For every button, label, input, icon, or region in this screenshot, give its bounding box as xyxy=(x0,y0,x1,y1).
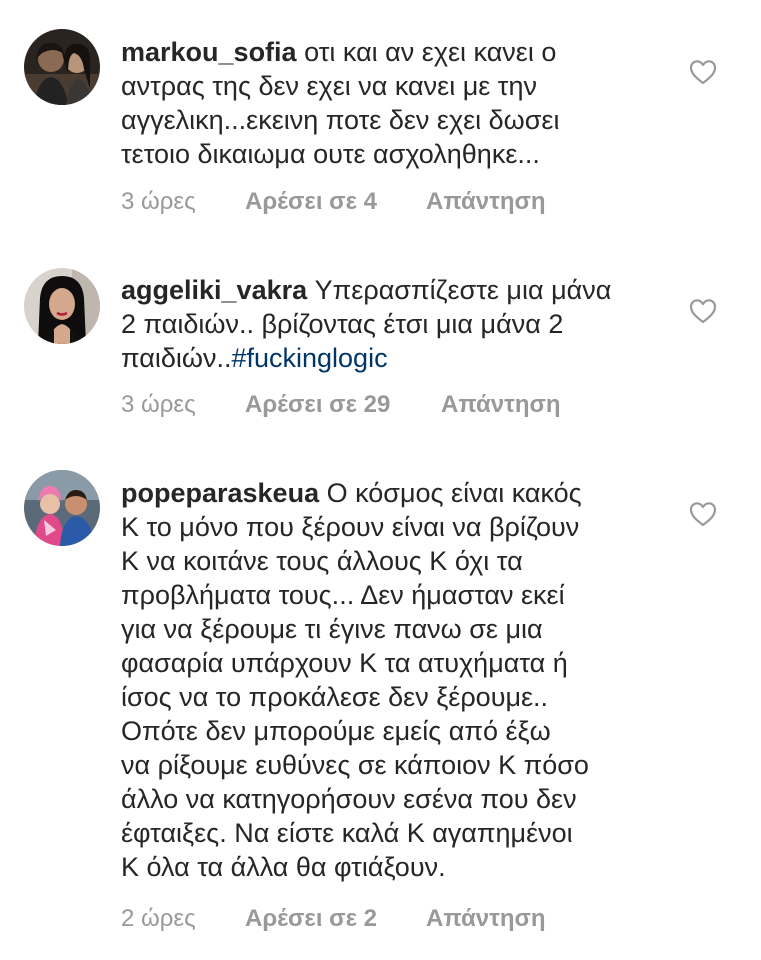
comment-username[interactable]: markou_sofia xyxy=(121,37,297,67)
comment-username[interactable]: popeparaskeua xyxy=(121,478,319,508)
comment-time: 2 ώρες xyxy=(121,905,196,932)
avatar[interactable] xyxy=(24,268,100,344)
comment-username[interactable]: aggeliki_vakra xyxy=(121,275,307,305)
reply-button[interactable]: Απάντηση xyxy=(426,905,546,933)
comment-text: markou_sofia οτι και αν εχει κανει ο αντ… xyxy=(121,35,661,171)
avatar[interactable] xyxy=(24,470,100,546)
avatar[interactable] xyxy=(24,29,100,105)
comment-likes[interactable]: Αρέσει σε 2 xyxy=(245,905,377,933)
reply-button[interactable]: Απάντηση xyxy=(441,391,561,419)
hashtag-link[interactable]: #fuckinglogic xyxy=(231,343,387,373)
comment-body: Ο κόσμος είναι κακός Κ το μόνο που ξέρου… xyxy=(121,478,589,882)
comment-text: aggeliki_vakra Υπερασπίζεστε μια μάνα 2 … xyxy=(121,273,661,375)
comment-time: 3 ώρες xyxy=(121,391,196,418)
comment-likes[interactable]: Αρέσει σε 29 xyxy=(245,391,390,419)
comment-text: popeparaskeua Ο κόσμος είναι κακός Κ το … xyxy=(121,476,661,884)
comment-likes[interactable]: Αρέσει σε 4 xyxy=(245,188,377,216)
reply-button[interactable]: Απάντηση xyxy=(426,188,546,216)
heart-outline-icon[interactable] xyxy=(689,501,717,527)
heart-outline-icon[interactable] xyxy=(689,59,717,85)
comment-time: 3 ώρες xyxy=(121,188,196,215)
heart-outline-icon[interactable] xyxy=(689,298,717,324)
